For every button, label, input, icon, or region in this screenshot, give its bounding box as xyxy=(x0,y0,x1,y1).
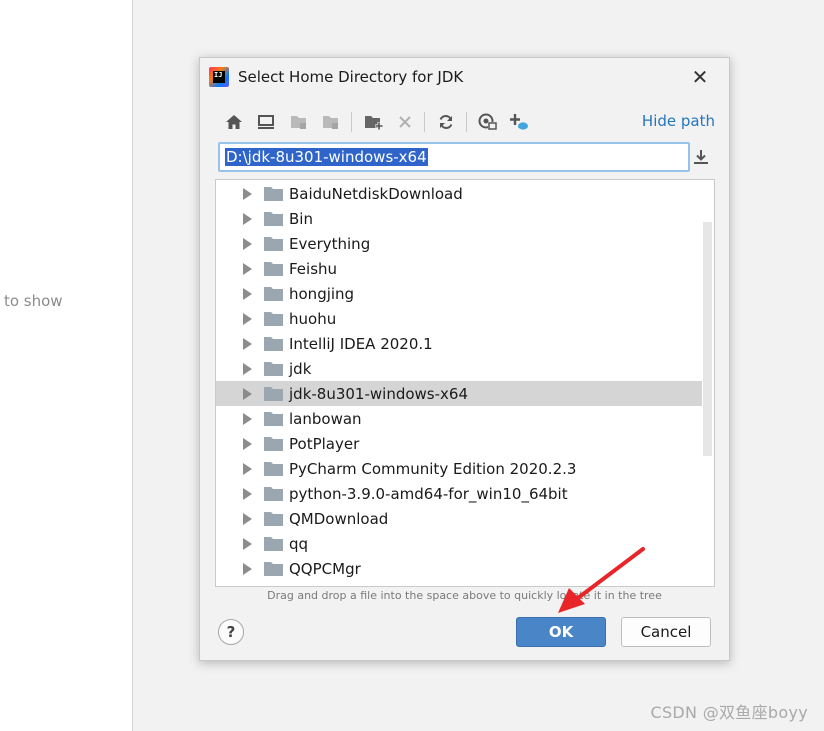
folder-icon xyxy=(264,387,283,401)
folder-label: QQPCMgr xyxy=(289,559,361,578)
ok-button[interactable]: OK xyxy=(516,617,606,647)
drag-drop-hint: Drag and drop a file into the space abov… xyxy=(267,589,662,602)
folder-icon xyxy=(264,362,283,376)
folder-label: qq xyxy=(289,534,309,553)
path-input[interactable]: D:\jdk-8u301-windows-x64 xyxy=(218,142,690,172)
tree-row[interactable]: lanbowan xyxy=(216,406,702,431)
tree-row[interactable]: jdk xyxy=(216,356,702,381)
tree-row[interactable]: QMDownload xyxy=(216,506,702,531)
folder-label: Feishu xyxy=(289,259,338,278)
folder-label: QMDownload xyxy=(289,509,389,528)
expand-arrow-icon[interactable] xyxy=(243,362,252,375)
tree-row[interactable]: Feishu xyxy=(216,256,702,281)
select-jdk-dialog: IJ Select Home Directory for JDK ✕ Hide … xyxy=(199,57,730,661)
folder-icon xyxy=(264,512,283,526)
expand-arrow-icon[interactable] xyxy=(243,287,252,300)
expand-arrow-icon[interactable] xyxy=(243,212,252,225)
folder-icon xyxy=(264,487,283,501)
folder-icon xyxy=(264,237,283,251)
csdn-watermark: CSDN @双鱼座boyy xyxy=(650,703,808,722)
tree-row[interactable]: IntelliJ IDEA 2020.1 xyxy=(216,331,702,356)
expand-arrow-icon[interactable] xyxy=(243,237,252,250)
folder-label: PotPlayer xyxy=(289,434,360,453)
expand-arrow-icon[interactable] xyxy=(243,412,252,425)
tree-row[interactable]: python-3.9.0-amd64-for_win10_64bit xyxy=(216,481,702,506)
delete-icon xyxy=(393,109,417,135)
folder-label: hongjing xyxy=(289,284,355,303)
tree-row[interactable]: QQPCMgr xyxy=(216,556,702,581)
expand-arrow-icon[interactable] xyxy=(243,537,252,550)
folder-icon xyxy=(264,287,283,301)
expand-arrow-icon[interactable] xyxy=(243,387,252,400)
folder-icon xyxy=(264,562,283,576)
expand-arrow-icon[interactable] xyxy=(243,562,252,575)
folder-icon xyxy=(264,337,283,351)
folder-label: jdk xyxy=(289,359,312,378)
tree-row[interactable]: PyCharm Community Edition 2020.2.3 xyxy=(216,456,702,481)
toolbar-separator xyxy=(466,112,467,132)
tree-row[interactable]: PotPlayer xyxy=(216,431,702,456)
home-icon[interactable] xyxy=(222,109,246,135)
path-row: D:\jdk-8u301-windows-x64 xyxy=(218,142,712,174)
expand-arrow-icon[interactable] xyxy=(243,487,252,500)
dialog-titlebar: IJ Select Home Directory for JDK ✕ xyxy=(200,58,729,96)
module-folder-icon xyxy=(319,109,343,135)
folder-icon xyxy=(264,437,283,451)
cancel-button[interactable]: Cancel xyxy=(621,617,711,647)
folder-label: Bin xyxy=(289,209,313,228)
folder-label: python-3.9.0-amd64-for_win10_64bit xyxy=(289,484,568,503)
file-chooser-toolbar xyxy=(220,109,710,135)
tree-row[interactable]: jdk-8u301-windows-x64 xyxy=(216,381,702,406)
tree-row[interactable]: hongjing xyxy=(216,281,702,306)
expand-arrow-icon[interactable] xyxy=(243,187,252,200)
folder-label: lanbowan xyxy=(289,409,362,428)
tree-scrollbar[interactable] xyxy=(703,222,712,456)
folder-icon xyxy=(264,187,283,201)
directory-tree[interactable]: QQPCMgr qq QMDownload python-3.9.0-amd64-fo… xyxy=(215,179,715,587)
show-hidden-icon[interactable] xyxy=(476,109,500,135)
expand-arrow-icon[interactable] xyxy=(243,312,252,325)
folder-icon xyxy=(264,262,283,276)
help-button[interactable]: ? xyxy=(218,619,244,645)
close-button[interactable]: ✕ xyxy=(689,66,711,88)
project-folder-icon xyxy=(287,109,311,135)
tree-row[interactable]: BaiduNetdiskDownload xyxy=(216,181,702,206)
folder-label: jdk-8u301-windows-x64 xyxy=(289,384,468,403)
desktop-icon[interactable] xyxy=(254,109,278,135)
new-folder-icon[interactable] xyxy=(362,109,386,135)
expand-arrow-icon[interactable] xyxy=(243,337,252,350)
expand-arrow-icon[interactable] xyxy=(243,437,252,450)
left-panel: ing to show xyxy=(0,0,133,731)
toolbar-separator xyxy=(424,112,425,132)
folder-icon xyxy=(264,462,283,476)
expand-arrow-icon[interactable] xyxy=(243,262,252,275)
folder-icon xyxy=(264,212,283,226)
folder-label: Everything xyxy=(289,234,371,253)
refresh-icon[interactable] xyxy=(434,109,458,135)
dialog-title: Select Home Directory for JDK xyxy=(238,68,464,86)
tree-row[interactable]: Everything xyxy=(216,231,702,256)
folder-label: huohu xyxy=(289,309,337,328)
folder-label: PyCharm Community Edition 2020.2.3 xyxy=(289,459,577,478)
folder-icon xyxy=(264,312,283,326)
expand-arrow-icon[interactable] xyxy=(243,512,252,525)
toolbar-separator xyxy=(351,112,352,132)
link-icon[interactable] xyxy=(507,109,531,135)
tree-row[interactable]: huohu xyxy=(216,306,702,331)
expand-arrow-icon[interactable] xyxy=(243,462,252,475)
intellij-app-icon: IJ xyxy=(209,67,229,87)
folder-icon xyxy=(264,537,283,551)
tree-row[interactable]: qq xyxy=(216,531,702,556)
folder-label: IntelliJ IDEA 2020.1 xyxy=(289,334,433,353)
hide-path-link[interactable]: Hide path xyxy=(642,112,715,130)
tree-row[interactable]: Bin xyxy=(216,206,702,231)
folder-label: BaiduNetdiskDownload xyxy=(289,184,463,203)
download-icon[interactable] xyxy=(692,148,712,168)
path-value: D:\jdk-8u301-windows-x64 xyxy=(225,148,428,166)
folder-icon xyxy=(264,412,283,426)
empty-state-text: ing to show xyxy=(0,292,63,310)
